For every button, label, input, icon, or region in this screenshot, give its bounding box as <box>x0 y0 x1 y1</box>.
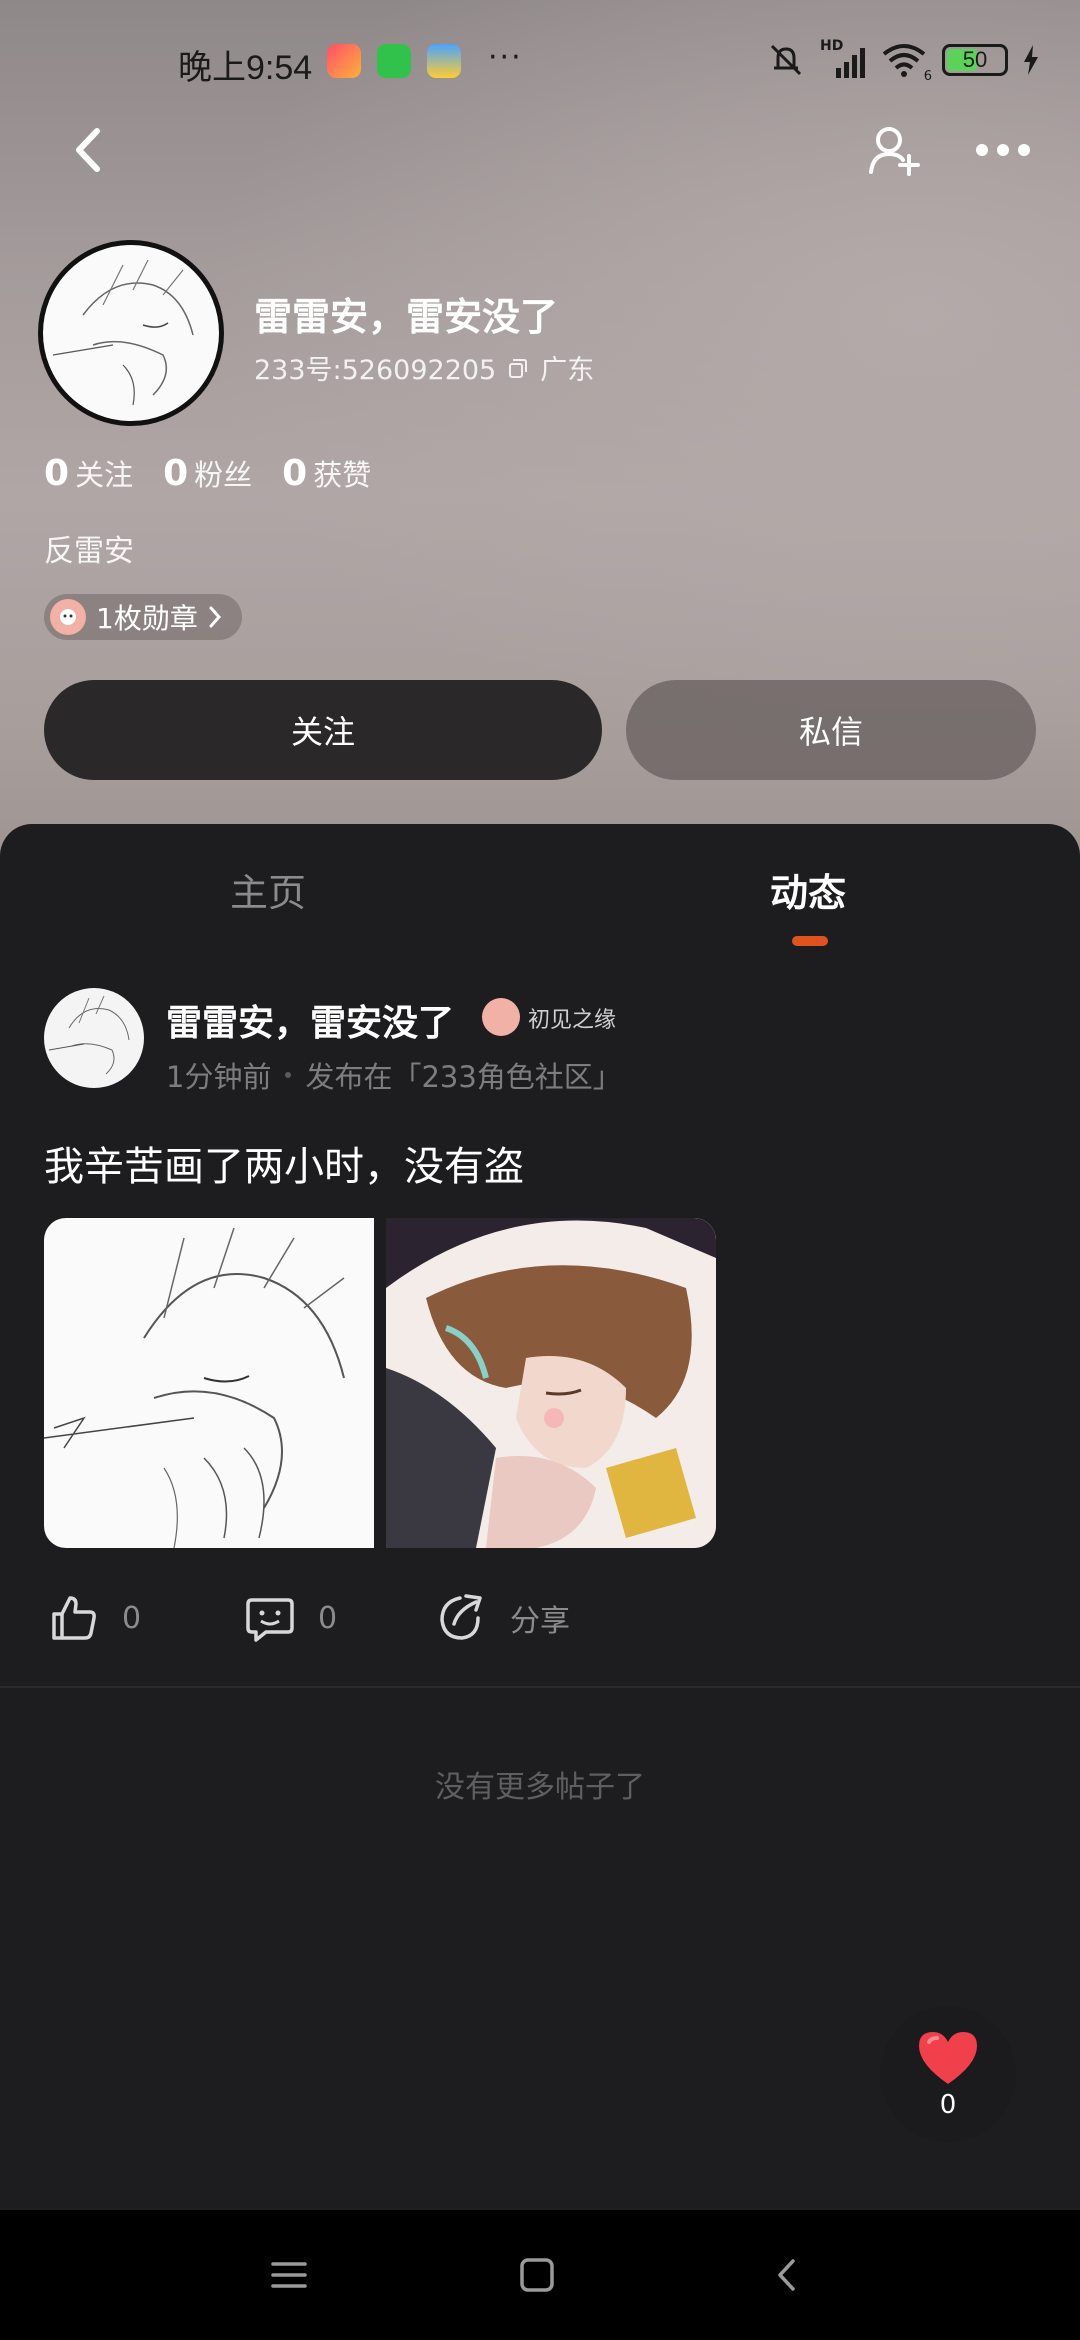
tab-home[interactable]: 主页 <box>230 862 306 917</box>
user-location: 广东 <box>540 355 595 386</box>
recents-button[interactable] <box>254 2240 324 2310</box>
badge-label: 初见之缘 <box>528 1008 617 1033</box>
profile-stats: 0 关注 0 粉丝 0 获赞 <box>44 452 371 494</box>
add-user-icon <box>869 127 920 176</box>
system-nav-bar <box>0 2210 1080 2340</box>
like-action[interactable]: 0 <box>48 1592 141 1644</box>
wifi-icon: 6 <box>880 42 932 84</box>
user-id: 233号:526092205 <box>254 355 497 386</box>
post-time: 1分钟前 <box>166 1060 272 1094</box>
back-arrow-icon <box>778 2259 795 2291</box>
copy-icon[interactable] <box>506 356 530 380</box>
mute-bell-icon <box>770 44 802 76</box>
medal-icon <box>50 599 86 635</box>
post-community[interactable]: 发布在「233角色社区」 <box>305 1054 621 1096</box>
battery-indicator: 50 <box>942 44 1008 76</box>
post-text: 我辛苦画了两小时，没有盗 <box>44 1144 524 1190</box>
feed-end-text: 没有更多帖子了 <box>435 1770 645 1805</box>
profile-name: 雷雷安，雷安没了 <box>254 295 559 339</box>
post-author-avatar[interactable] <box>44 988 144 1088</box>
medal-label: 1枚勋章 <box>96 602 198 635</box>
share-action[interactable]: 分享 <box>436 1592 570 1644</box>
stat-followers[interactable]: 0 粉丝 <box>163 452 252 494</box>
divider <box>0 1686 1080 1688</box>
charging-bolt-icon <box>1024 45 1038 75</box>
thumbs-up-icon <box>52 1596 96 1640</box>
stat-likes[interactable]: 0 获赞 <box>282 452 371 494</box>
home-button[interactable] <box>502 2240 572 2310</box>
wechat-icon <box>377 44 411 78</box>
active-tab-indicator <box>792 936 828 946</box>
video-app-icon <box>327 44 361 78</box>
status-time: 晚上9:54 <box>178 49 313 87</box>
medal-chip[interactable]: 1枚勋章 <box>44 594 242 640</box>
status-bar: 晚上9:54 ··· HD 6 50 <box>0 0 1080 120</box>
post-actions: 0 0 分享 <box>48 1592 648 1652</box>
badge-icon <box>482 998 520 1036</box>
more-dots-icon <box>976 144 1030 156</box>
post-author-name[interactable]: 雷雷安，雷安没了 <box>166 994 454 1046</box>
signal-hd-label: HD <box>820 38 844 54</box>
like-fab[interactable]: 0 <box>880 2006 1016 2142</box>
meta-separator <box>285 1072 292 1078</box>
post-image-color[interactable] <box>386 1218 716 1548</box>
more-options-button[interactable] <box>968 115 1038 185</box>
follow-button[interactable]: 关注 <box>44 680 602 780</box>
comment-count: 0 <box>318 1600 338 1636</box>
wifi-6-label: 6 <box>923 69 932 84</box>
post-image-sketch[interactable] <box>44 1218 374 1548</box>
back-button[interactable] <box>54 115 124 185</box>
profile-avatar[interactable] <box>38 240 224 426</box>
message-button[interactable]: 私信 <box>626 680 1036 780</box>
chevron-left-icon <box>76 128 100 172</box>
profile-bio: 反雷安 <box>44 534 134 569</box>
heart-icon <box>919 2032 977 2084</box>
home-square-icon <box>520 2258 554 2292</box>
chevron-right-icon <box>209 606 221 628</box>
tab-feed[interactable]: 动态 <box>770 862 846 917</box>
system-back-button[interactable] <box>752 2240 822 2310</box>
comment-action[interactable]: 0 <box>244 1592 337 1644</box>
cell-signal-icon: HD <box>820 38 866 78</box>
share-icon <box>440 1594 482 1640</box>
like-count: 0 <box>122 1600 142 1636</box>
share-label: 分享 <box>510 1604 570 1639</box>
menu-icon <box>271 2262 307 2288</box>
calendar-app-icon <box>427 44 461 78</box>
status-overflow: ··· <box>488 40 523 75</box>
stat-following[interactable]: 0 关注 <box>44 452 133 494</box>
add-friend-button[interactable] <box>860 115 930 185</box>
comment-icon <box>246 1598 294 1642</box>
like-fab-count: 0 <box>939 2090 957 2120</box>
